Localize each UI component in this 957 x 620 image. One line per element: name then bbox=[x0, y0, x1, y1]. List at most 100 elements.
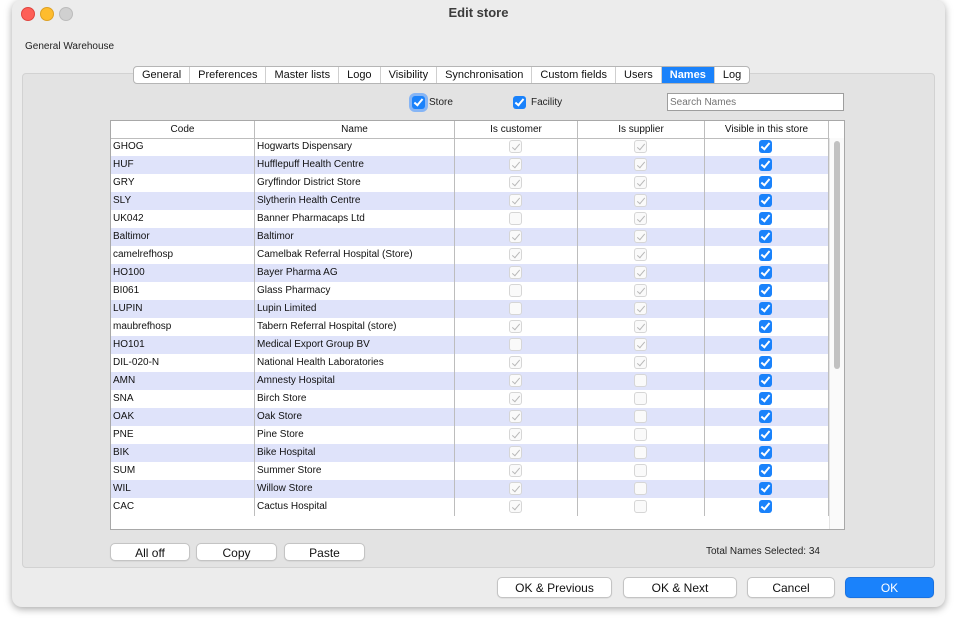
visible-checkbox[interactable] bbox=[759, 410, 772, 423]
table-row[interactable]: OAK Oak Store bbox=[111, 408, 829, 426]
table-row[interactable]: CAC Cactus Hospital bbox=[111, 498, 829, 516]
customer-checkbox bbox=[509, 158, 522, 171]
name-cell: Bayer Pharma AG bbox=[255, 264, 455, 282]
visible-cell bbox=[705, 156, 829, 174]
tab-visibility[interactable]: Visibility bbox=[381, 67, 438, 83]
supplier-checkbox bbox=[634, 212, 647, 225]
column-header-name[interactable]: Name bbox=[255, 121, 455, 138]
tab-names[interactable]: Names bbox=[661, 67, 715, 83]
tab-users[interactable]: Users bbox=[616, 67, 662, 83]
customer-checkbox bbox=[509, 482, 522, 495]
table-row[interactable]: DIL-020-N National Health Laboratories bbox=[111, 354, 829, 372]
table-row[interactable]: SUM Summer Store bbox=[111, 462, 829, 480]
tab-log[interactable]: Log bbox=[715, 67, 749, 83]
ok-button[interactable]: OK bbox=[845, 577, 934, 598]
visible-checkbox[interactable] bbox=[759, 392, 772, 405]
customer-checkbox bbox=[509, 212, 522, 225]
tab-preferences[interactable]: Preferences bbox=[190, 67, 267, 83]
table-row[interactable]: BI061 Glass Pharmacy bbox=[111, 282, 829, 300]
supplier-cell bbox=[578, 282, 705, 300]
supplier-checkbox bbox=[634, 428, 647, 441]
supplier-cell bbox=[578, 372, 705, 390]
visible-checkbox[interactable] bbox=[759, 140, 772, 153]
table-row[interactable]: Baltimor Baltimor bbox=[111, 228, 829, 246]
visible-checkbox[interactable] bbox=[759, 428, 772, 441]
visible-checkbox[interactable] bbox=[759, 320, 772, 333]
table-row[interactable]: WIL Willow Store bbox=[111, 480, 829, 498]
column-header-is-supplier[interactable]: Is supplier bbox=[578, 121, 705, 138]
store-filter-checkbox[interactable] bbox=[412, 96, 425, 109]
code-cell: AMN bbox=[111, 372, 255, 390]
visible-checkbox[interactable] bbox=[759, 284, 772, 297]
ok-previous-button[interactable]: OK & Previous bbox=[497, 577, 612, 598]
visible-checkbox[interactable] bbox=[759, 212, 772, 225]
name-cell: Lupin Limited bbox=[255, 300, 455, 318]
supplier-cell bbox=[578, 390, 705, 408]
tab-general[interactable]: General bbox=[134, 67, 191, 83]
visible-checkbox[interactable] bbox=[759, 374, 772, 387]
table-row[interactable]: HO101 Medical Export Group BV bbox=[111, 336, 829, 354]
code-cell: BIK bbox=[111, 444, 255, 462]
name-cell: Banner Pharmacaps Ltd bbox=[255, 210, 455, 228]
table-row[interactable]: BIK Bike Hospital bbox=[111, 444, 829, 462]
table-row[interactable]: AMN Amnesty Hospital bbox=[111, 372, 829, 390]
tab-logo[interactable]: Logo bbox=[339, 67, 381, 83]
table-row[interactable]: maubrefhosp Tabern Referral Hospital (sto… bbox=[111, 318, 829, 336]
tab-custom-fields[interactable]: Custom fields bbox=[532, 67, 617, 83]
visible-checkbox[interactable] bbox=[759, 356, 772, 369]
tab-synchronisation[interactable]: Synchronisation bbox=[437, 67, 533, 83]
all-off-button[interactable]: All off bbox=[110, 543, 190, 561]
customer-checkbox bbox=[509, 248, 522, 261]
visible-checkbox[interactable] bbox=[759, 158, 772, 171]
visible-cell bbox=[705, 300, 829, 318]
customer-checkbox bbox=[509, 320, 522, 333]
visible-checkbox[interactable] bbox=[759, 302, 772, 315]
table-row[interactable]: PNE Pine Store bbox=[111, 426, 829, 444]
visible-checkbox[interactable] bbox=[759, 230, 772, 243]
supplier-cell bbox=[578, 318, 705, 336]
cancel-button[interactable]: Cancel bbox=[747, 577, 835, 598]
visible-checkbox[interactable] bbox=[759, 248, 772, 261]
table-row[interactable]: HO100 Bayer Pharma AG bbox=[111, 264, 829, 282]
table-row[interactable]: SLY Slytherin Health Centre bbox=[111, 192, 829, 210]
supplier-cell bbox=[578, 138, 705, 156]
supplier-checkbox bbox=[634, 392, 647, 405]
supplier-checkbox bbox=[634, 230, 647, 243]
visible-checkbox[interactable] bbox=[759, 500, 772, 513]
scrollbar-thumb[interactable] bbox=[834, 141, 840, 369]
table-row[interactable]: SNA Birch Store bbox=[111, 390, 829, 408]
table-row[interactable]: HUF Hufflepuff Health Centre bbox=[111, 156, 829, 174]
table-row[interactable]: LUPIN Lupin Limited bbox=[111, 300, 829, 318]
table-row[interactable]: camelrefhosp Camelbak Referral Hospital (… bbox=[111, 246, 829, 264]
search-names-input[interactable] bbox=[667, 93, 844, 111]
table-row[interactable]: UK042 Banner Pharmacaps Ltd bbox=[111, 210, 829, 228]
visible-cell bbox=[705, 192, 829, 210]
table-scrollbar[interactable] bbox=[829, 138, 844, 529]
table-row[interactable]: GHOG Hogwarts Dispensary bbox=[111, 138, 829, 156]
code-cell: Baltimor bbox=[111, 228, 255, 246]
ok-next-button[interactable]: OK & Next bbox=[623, 577, 737, 598]
column-header-visible-in-this-store[interactable]: Visible in this store bbox=[705, 121, 829, 138]
name-cell: Camelbak Referral Hospital (Store) bbox=[255, 246, 455, 264]
total-value: 34 bbox=[808, 546, 820, 557]
copy-button[interactable]: Copy bbox=[196, 543, 277, 561]
supplier-cell bbox=[578, 192, 705, 210]
customer-checkbox bbox=[509, 266, 522, 279]
table-row[interactable]: GRY Gryffindor District Store bbox=[111, 174, 829, 192]
column-header-is-customer[interactable]: Is customer bbox=[455, 121, 578, 138]
column-header-code[interactable]: Code bbox=[111, 121, 255, 138]
facility-filter-checkbox[interactable] bbox=[513, 96, 526, 109]
supplier-cell bbox=[578, 228, 705, 246]
paste-button[interactable]: Paste bbox=[284, 543, 365, 561]
visible-checkbox[interactable] bbox=[759, 338, 772, 351]
visible-checkbox[interactable] bbox=[759, 176, 772, 189]
tab-master-lists[interactable]: Master lists bbox=[266, 67, 340, 83]
code-cell: SNA bbox=[111, 390, 255, 408]
visible-checkbox[interactable] bbox=[759, 194, 772, 207]
code-cell: DIL-020-N bbox=[111, 354, 255, 372]
visible-checkbox[interactable] bbox=[759, 464, 772, 477]
visible-checkbox[interactable] bbox=[759, 446, 772, 459]
customer-checkbox bbox=[509, 140, 522, 153]
visible-checkbox[interactable] bbox=[759, 482, 772, 495]
visible-checkbox[interactable] bbox=[759, 266, 772, 279]
